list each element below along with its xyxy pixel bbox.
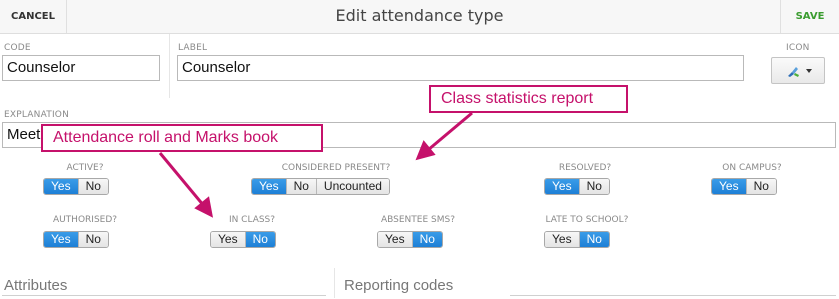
attendance-roll-callout: Attendance roll and Marks book — [41, 124, 323, 152]
class-stats-arrow — [427, 111, 473, 152]
class-statistics-callout: Class statistics report — [429, 85, 628, 113]
class-stats-arrowhead — [415, 140, 436, 161]
attendance-roll-arrow — [158, 152, 206, 207]
